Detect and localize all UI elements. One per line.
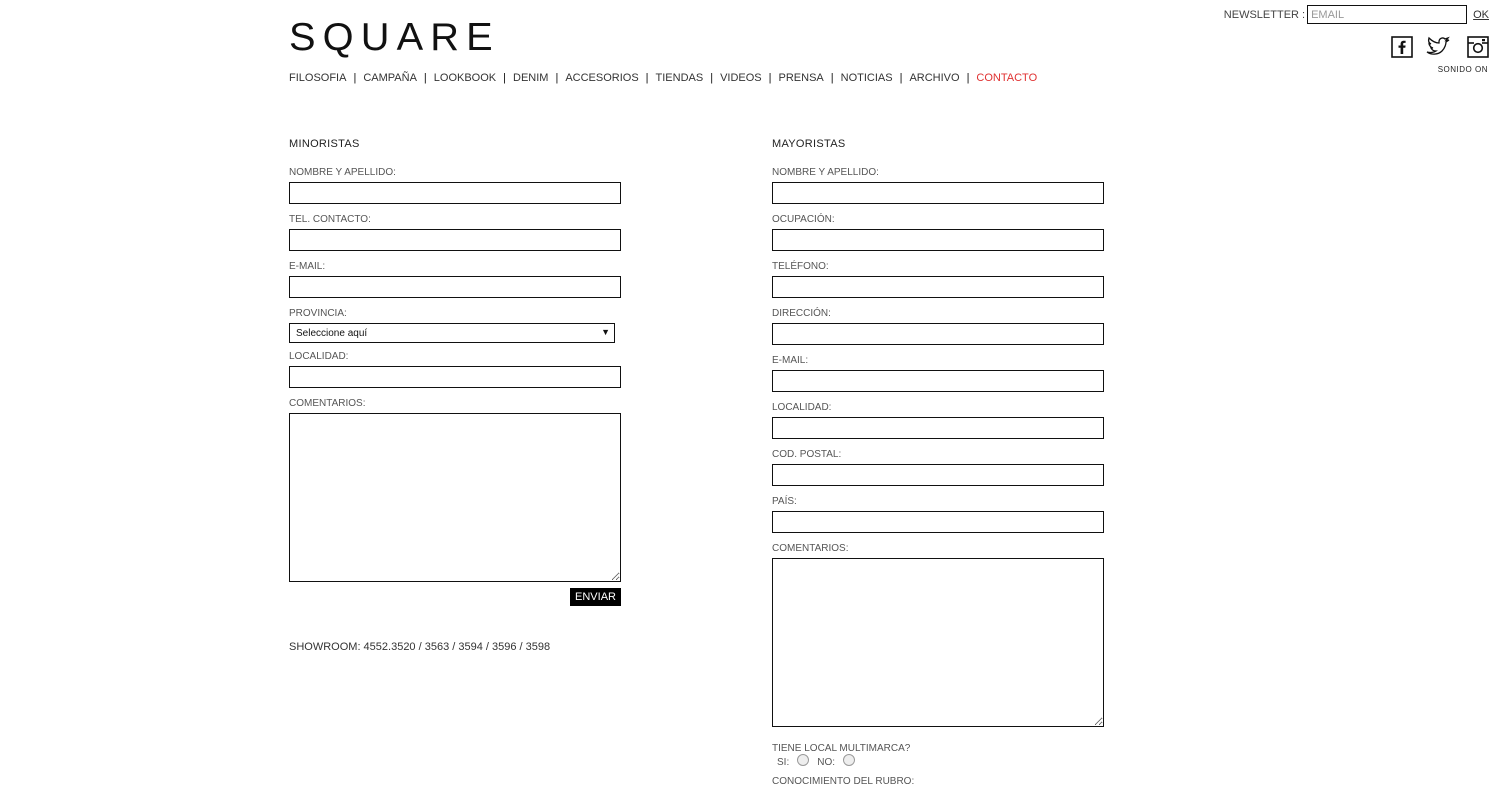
nombre-label: NOMBRE Y APELLIDO:	[772, 167, 879, 178]
mayoristas-pais-input[interactable]	[772, 511, 1104, 533]
social-links	[1391, 36, 1489, 63]
comentarios-label: COMENTARIOS:	[289, 398, 366, 409]
mayoristas-direccion-input[interactable]	[772, 323, 1104, 345]
comentarios-label: COMENTARIOS:	[772, 543, 849, 554]
showroom-phones: SHOWROOM: 4552.3520 / 3563 / 3594 / 3596…	[289, 641, 551, 653]
localidad-label: LOCALIDAD:	[289, 351, 349, 362]
nav-separator: |	[830, 72, 834, 84]
provincia-label: PROVINCIA:	[289, 308, 347, 319]
brand-logo[interactable]: SQUARE	[289, 18, 500, 58]
telefono-label: TELÉFONO:	[772, 261, 829, 272]
multimarca-question: TIENE LOCAL MULTIMARCA?	[772, 743, 911, 754]
nav-item-lookbook[interactable]: LOOKBOOK	[434, 72, 496, 84]
mayoristas-nombre-input[interactable]	[772, 182, 1104, 204]
mayoristas-ocupacion-input[interactable]	[772, 229, 1104, 251]
minoristas-nombre-input[interactable]	[289, 182, 621, 204]
instagram-icon[interactable]	[1467, 36, 1489, 63]
minoristas-localidad-input[interactable]	[289, 366, 621, 388]
nav-item-tiendas[interactable]: TIENDAS	[656, 72, 704, 84]
si-label: SI:	[777, 756, 790, 768]
nav-item-denim[interactable]: DENIM	[513, 72, 548, 84]
mayoristas-localidad-input[interactable]	[772, 417, 1104, 439]
conocimiento-label: CONOCIMIENTO DEL RUBRO:	[772, 776, 915, 787]
newsletter-ok-link[interactable]: OK	[1473, 9, 1489, 21]
minoristas-title: MINORISTAS	[289, 138, 360, 150]
newsletter: NEWSLETTER : OK	[1224, 5, 1489, 24]
no-radio[interactable]	[843, 754, 856, 766]
twitter-icon[interactable]	[1425, 36, 1455, 63]
nav-separator: |	[966, 72, 970, 84]
nav-item-campana[interactable]: CAMPAÑA	[363, 72, 417, 84]
nav-separator: |	[710, 72, 714, 84]
mayoristas-comentarios-textarea[interactable]	[772, 558, 1104, 727]
ocupacion-label: OCUPACIÓN:	[772, 214, 835, 225]
localidad-label: LOCALIDAD:	[772, 402, 832, 413]
mayoristas-cod-postal-input[interactable]	[772, 464, 1104, 486]
minoristas-email-input[interactable]	[289, 276, 621, 298]
tel-label: TEL. CONTACTO:	[289, 214, 371, 225]
no-label: NO:	[817, 756, 836, 768]
nav-item-prensa[interactable]: PRENSA	[779, 72, 824, 84]
cod-postal-label: COD. POSTAL:	[772, 449, 842, 460]
facebook-icon[interactable]	[1391, 36, 1413, 63]
nav-item-accesorios[interactable]: ACCESORIOS	[565, 72, 638, 84]
dropdown-arrow-icon: ▼	[601, 327, 610, 337]
main-nav: FILOSOFIA | CAMPAÑA | LOOKBOOK | DENIM | ACCESOR…	[289, 72, 1037, 84]
nombre-label: NOMBRE Y APELLIDO:	[289, 167, 396, 178]
nav-separator: |	[353, 72, 357, 84]
nav-item-videos[interactable]: VIDEOS	[720, 72, 762, 84]
mayoristas-form: MAYORISTAS NOMBRE Y APELLIDO: OCUPACIÓN:…	[772, 136, 1104, 787]
minoristas-comentarios-textarea[interactable]	[289, 413, 621, 582]
direccion-label: DIRECCIÓN:	[772, 308, 831, 319]
minoristas-form: MINORISTAS NOMBRE Y APELLIDO: TEL. CONTA…	[289, 136, 621, 653]
minoristas-tel-input[interactable]	[289, 229, 621, 251]
nav-item-noticias[interactable]: NOTICIAS	[841, 72, 893, 84]
nav-separator: |	[899, 72, 903, 84]
nav-item-archivo[interactable]: ARCHIVO	[909, 72, 959, 84]
provincia-select[interactable]: Seleccione aquí ▼	[289, 323, 615, 343]
pais-label: PAÍS:	[772, 496, 797, 507]
nav-separator: |	[555, 72, 559, 84]
mayoristas-email-input[interactable]	[772, 370, 1104, 392]
mayoristas-title: MAYORISTAS	[772, 138, 846, 150]
nav-separator: |	[503, 72, 506, 84]
mayoristas-telefono-input[interactable]	[772, 276, 1104, 298]
si-radio[interactable]	[797, 754, 810, 766]
nav-item-filosofia[interactable]: FILOSOFIA	[289, 72, 346, 84]
email-label: E-MAIL:	[772, 355, 809, 366]
email-label: E-MAIL:	[289, 261, 326, 272]
nav-separator: |	[768, 72, 772, 84]
enviar-button[interactable]: ENVIAR	[570, 588, 621, 606]
provincia-select-value: Seleccione aquí	[296, 328, 368, 339]
sound-toggle[interactable]: SONIDO ON	[1438, 65, 1488, 74]
nav-separator: |	[645, 72, 649, 84]
newsletter-label: NEWSLETTER :	[1223, 8, 1306, 21]
newsletter-email-input[interactable]	[1307, 5, 1468, 24]
multimarca-options: SI: NO:	[772, 754, 1104, 768]
nav-item-contacto[interactable]: CONTACTO	[976, 72, 1037, 84]
nav-separator: |	[423, 72, 427, 84]
